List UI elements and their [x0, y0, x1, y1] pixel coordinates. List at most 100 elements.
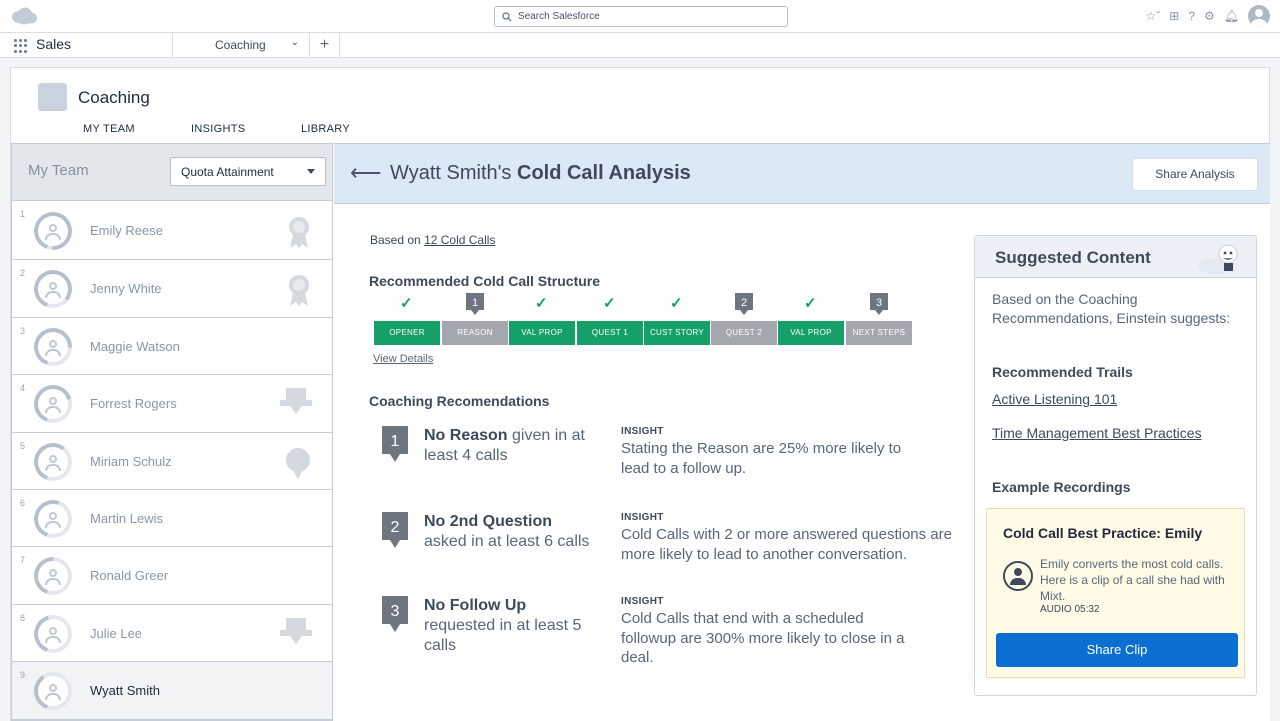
- based-on-text: Based on 12 Cold Calls: [370, 233, 495, 247]
- view-details-link[interactable]: View Details: [373, 353, 433, 365]
- sort-select-value: Quota Attainment: [181, 165, 274, 179]
- help-icon[interactable]: ?: [1188, 5, 1195, 27]
- coaching-page-icon: [38, 83, 67, 111]
- user-avatar-icon: [1003, 561, 1033, 591]
- step-issue-marker: 1: [466, 293, 484, 315]
- recommendation-title: No Follow Up requested in at least 5 call…: [424, 597, 582, 654]
- app-launcher-icon[interactable]: [14, 39, 28, 53]
- checkmark-icon: ✓: [804, 295, 817, 312]
- team-title: My Team: [28, 162, 89, 179]
- team-member-row[interactable]: 9 Wyatt Smith: [12, 662, 332, 720]
- team-member-row[interactable]: 1 Emily Reese: [12, 201, 332, 260]
- member-rank: 3: [20, 326, 26, 336]
- suggested-content-card: Suggested Content Based on the Coaching …: [974, 235, 1257, 696]
- member-name: Wyatt Smith: [90, 683, 160, 698]
- tab-my-team[interactable]: MY TEAM: [83, 123, 135, 135]
- member-name: Miriam Schulz: [90, 454, 172, 469]
- ribbon-icon: [286, 215, 312, 254]
- recommendation-number-marker: 1: [382, 426, 408, 462]
- avatar-attainment-ring: [34, 443, 72, 481]
- svg-text:3: 3: [876, 297, 882, 309]
- medal-icon: [284, 446, 312, 485]
- insight-label: INSIGHT: [621, 512, 664, 523]
- trails-heading: Recommended Trails: [992, 364, 1133, 380]
- avatar-attainment-ring: [34, 557, 72, 595]
- gear-icon[interactable]: ⚙: [1204, 5, 1215, 27]
- team-member-row[interactable]: 4 Forrest Rogers: [12, 375, 332, 433]
- member-rank: 5: [20, 441, 26, 451]
- analysis-title-prefix: Wyatt Smith's: [390, 162, 512, 184]
- trophy-icon: [280, 618, 312, 651]
- member-rank: 7: [20, 555, 26, 565]
- cold-calls-link[interactable]: 12 Cold Calls: [424, 233, 495, 247]
- structure-step: QUEST 2: [711, 321, 777, 345]
- back-arrow-icon[interactable]: ⟵: [350, 162, 382, 184]
- member-name: Maggie Watson: [90, 339, 180, 354]
- member-rank: 8: [20, 613, 26, 623]
- tab-coaching[interactable]: Coaching ⌄: [172, 33, 310, 58]
- share-clip-button[interactable]: Share Clip: [996, 633, 1238, 667]
- member-rank: 9: [20, 670, 26, 680]
- structure-heading: Recommended Cold Call Structure: [369, 273, 601, 289]
- trail-link-time-management[interactable]: Time Management Best Practices: [992, 425, 1202, 441]
- member-name: Jenny White: [90, 281, 162, 296]
- add-tab-button[interactable]: +: [310, 33, 340, 58]
- coaching-heading: Coaching Recomendations: [369, 393, 550, 409]
- suggested-content-header: Suggested Content: [975, 236, 1256, 278]
- avatar-attainment-ring: [34, 212, 72, 250]
- checkmark-icon: ✓: [670, 295, 683, 312]
- share-analysis-button[interactable]: Share Analysis: [1132, 158, 1258, 191]
- header-icons: ☆ˇ ⊞ ? ⚙ 🔔︎: [1145, 5, 1270, 27]
- team-member-row[interactable]: 6 Martin Lewis: [12, 490, 332, 547]
- favorites-star-icon[interactable]: ☆ˇ: [1145, 5, 1160, 27]
- insight-text: Stating the Reason are 25% more likely t…: [621, 440, 902, 477]
- structure-step: NEXT STEPS: [846, 321, 912, 345]
- avatar-attainment-ring: [34, 615, 72, 653]
- recommendation-number-marker: 3: [382, 596, 408, 632]
- salesforce-logo[interactable]: [10, 6, 38, 26]
- member-name: Ronald Greer: [90, 568, 169, 583]
- recording-title: Cold Call Best Practice: Emily: [1003, 525, 1203, 541]
- trophy-icon: [280, 388, 312, 421]
- svg-text:1: 1: [472, 297, 478, 309]
- team-member-row[interactable]: 2 Jenny White: [12, 260, 332, 318]
- recommendation-title: No Reason given in at least 4 calls: [424, 427, 585, 464]
- member-name: Emily Reese: [90, 223, 163, 238]
- team-member-row[interactable]: 7 Ronald Greer: [12, 547, 332, 605]
- chevron-down-icon[interactable]: ⌄: [291, 37, 299, 48]
- team-member-row[interactable]: 5 Miriam Schulz: [12, 433, 332, 490]
- sort-select[interactable]: Quota Attainment: [170, 157, 326, 186]
- member-name: Martin Lewis: [90, 511, 163, 526]
- global-actions-plus-icon[interactable]: ⊞: [1169, 5, 1179, 27]
- svg-text:2: 2: [391, 519, 400, 536]
- checkmark-icon: ✓: [535, 295, 548, 312]
- structure-step: QUEST 1: [577, 321, 643, 345]
- caret-down-icon: [307, 169, 315, 174]
- recommendation-number-marker: 2: [382, 512, 408, 548]
- notifications-bell-icon[interactable]: 🔔︎: [1224, 5, 1239, 27]
- checkmark-icon: ✓: [400, 295, 413, 312]
- search-placeholder: Search Salesforce: [518, 11, 600, 22]
- audio-duration: AUDIO 05:32: [1040, 604, 1100, 615]
- member-name: Julie Lee: [90, 626, 143, 641]
- insight-label: INSIGHT: [621, 426, 664, 437]
- tab-coaching-label: Coaching: [215, 38, 266, 52]
- avatar-attainment-ring: [34, 672, 72, 710]
- team-member-row[interactable]: 8 Julie Lee: [12, 605, 332, 662]
- trail-link-active-listening[interactable]: Active Listening 101: [992, 391, 1117, 407]
- member-rank: 2: [20, 268, 26, 278]
- team-member-row[interactable]: 3 Maggie Watson: [12, 318, 332, 375]
- search-input[interactable]: Search Salesforce: [494, 6, 788, 27]
- tab-insights[interactable]: INSIGHTS: [191, 123, 245, 135]
- avatar-attainment-ring: [34, 500, 72, 538]
- structure-step: VAL PROP: [778, 321, 844, 345]
- structure-step: VAL PROP: [509, 321, 575, 345]
- member-rank: 1: [20, 209, 26, 219]
- member-rank: 6: [20, 498, 26, 508]
- analysis-title-bold: Cold Call Analysis: [517, 162, 691, 184]
- user-avatar[interactable]: [1248, 5, 1270, 27]
- tab-library[interactable]: LIBRARY: [301, 123, 350, 135]
- analysis-header: ⟵ Wyatt Smith's Cold Call Analysis Share…: [334, 144, 1270, 204]
- recording-card: Cold Call Best Practice: Emily Emily con…: [986, 508, 1245, 678]
- insight-text: Cold Calls with 2 or more answered quest…: [621, 526, 952, 563]
